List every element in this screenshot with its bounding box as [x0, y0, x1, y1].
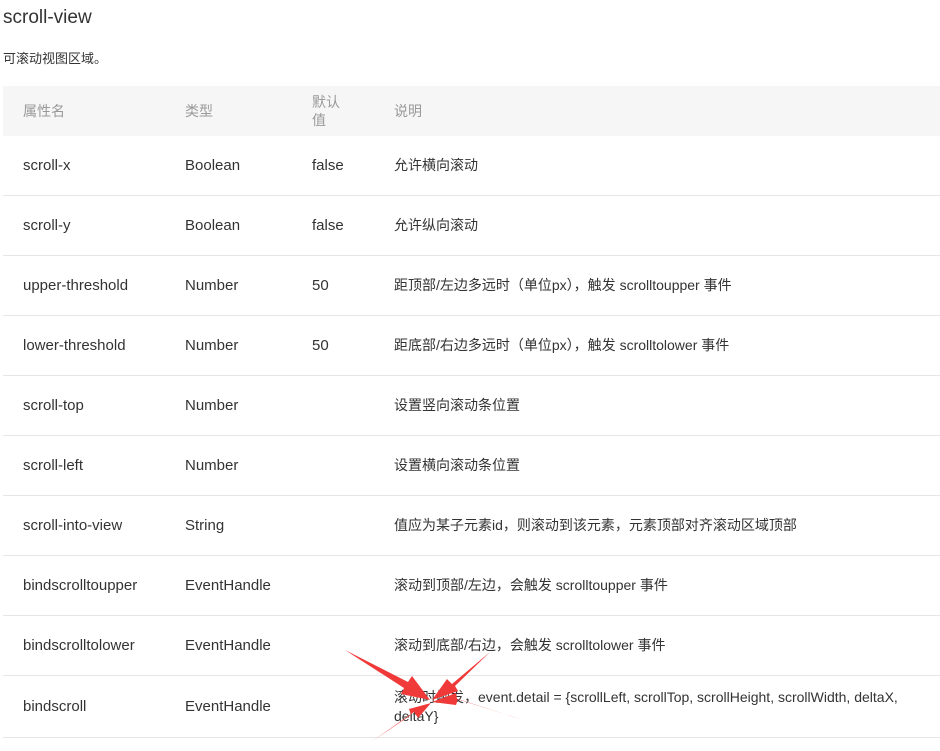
table-row: scroll-x Boolean false 允许横向滚动: [3, 136, 940, 196]
attribute-type: String: [185, 517, 225, 534]
page-title: scroll-view: [3, 7, 92, 28]
table-row: upper-threshold Number 50 距顶部/左边多远时（单位px…: [3, 256, 940, 316]
attribute-name: scroll-left: [23, 457, 84, 474]
attribute-type: Number: [185, 337, 239, 354]
table-row: scroll-top Number 设置竖向滚动条位置: [3, 376, 940, 436]
attribute-type: EventHandle: [185, 698, 271, 715]
table-row: scroll-y Boolean false 允许纵向滚动: [3, 196, 940, 256]
attribute-description: 滚动到顶部/左边，会触发 scrolltoupper 事件: [394, 577, 668, 593]
column-header-default-label: 默认值: [312, 94, 340, 128]
table-row: bindscroll EventHandle 滚动时触发，event.detai…: [3, 676, 940, 738]
attribute-name: lower-threshold: [23, 337, 126, 354]
attribute-description: 允许横向滚动: [394, 157, 478, 173]
attribute-type: Boolean: [185, 217, 241, 234]
attribute-description: 距顶部/左边多远时（单位px），触发 scrolltoupper 事件: [394, 277, 732, 293]
column-header-type: 类型: [185, 103, 213, 119]
column-header-description: 说明: [394, 103, 422, 119]
attribute-type: EventHandle: [185, 577, 271, 594]
attribute-name: scroll-x: [23, 157, 71, 174]
table-row: bindscrolltolower EventHandle 滚动到底部/右边，会…: [3, 616, 940, 676]
attribute-default: false: [312, 157, 344, 174]
attribute-name: bindscrolltoupper: [23, 577, 138, 594]
table-row: scroll-left Number 设置横向滚动条位置: [3, 436, 940, 496]
page-description: 可滚动视图区域。: [3, 51, 108, 66]
attribute-name: scroll-into-view: [23, 517, 123, 534]
table-row: bindscrolltoupper EventHandle 滚动到顶部/左边，会…: [3, 556, 940, 616]
table-row: lower-threshold Number 50 距底部/右边多远时（单位px…: [3, 316, 940, 376]
attribute-description: 滚动到底部/右边，会触发 scrolltolower 事件: [394, 637, 666, 653]
attributes-table: 属性名 类型 默认值 说明 scroll-x Boolean false 允许横…: [3, 86, 940, 738]
attribute-type: Number: [185, 277, 239, 294]
attribute-description: 滚动时触发，event.detail = {scrollLeft, scroll…: [394, 688, 898, 724]
attribute-description: 距底部/右边多远时（单位px），触发 scrolltolower 事件: [394, 337, 730, 353]
attribute-name: scroll-top: [23, 397, 84, 414]
attribute-name: upper-threshold: [23, 277, 129, 294]
attribute-default: 50: [312, 337, 329, 354]
attribute-type: Boolean: [185, 157, 241, 174]
attribute-default: 50: [312, 277, 329, 294]
attribute-type: Number: [185, 397, 239, 414]
attribute-description: 设置横向滚动条位置: [394, 457, 520, 473]
column-header-default: 默认值: [312, 86, 352, 136]
attribute-description: 允许纵向滚动: [394, 217, 478, 233]
column-header-name: 属性名: [23, 103, 65, 119]
attribute-name: scroll-y: [23, 217, 71, 234]
attribute-description: 值应为某子元素id，则滚动到该元素，元素顶部对齐滚动区域顶部: [394, 517, 797, 533]
attribute-name: bindscrolltolower: [23, 637, 135, 654]
table-row: scroll-into-view String 值应为某子元素id，则滚动到该元…: [3, 496, 940, 556]
attribute-type: Number: [185, 457, 239, 474]
attribute-default: false: [312, 217, 344, 234]
attribute-name: bindscroll: [23, 698, 87, 715]
attribute-type: EventHandle: [185, 637, 271, 654]
table-header: 属性名 类型 默认值 说明: [3, 86, 940, 136]
attribute-description: 设置竖向滚动条位置: [394, 397, 520, 413]
